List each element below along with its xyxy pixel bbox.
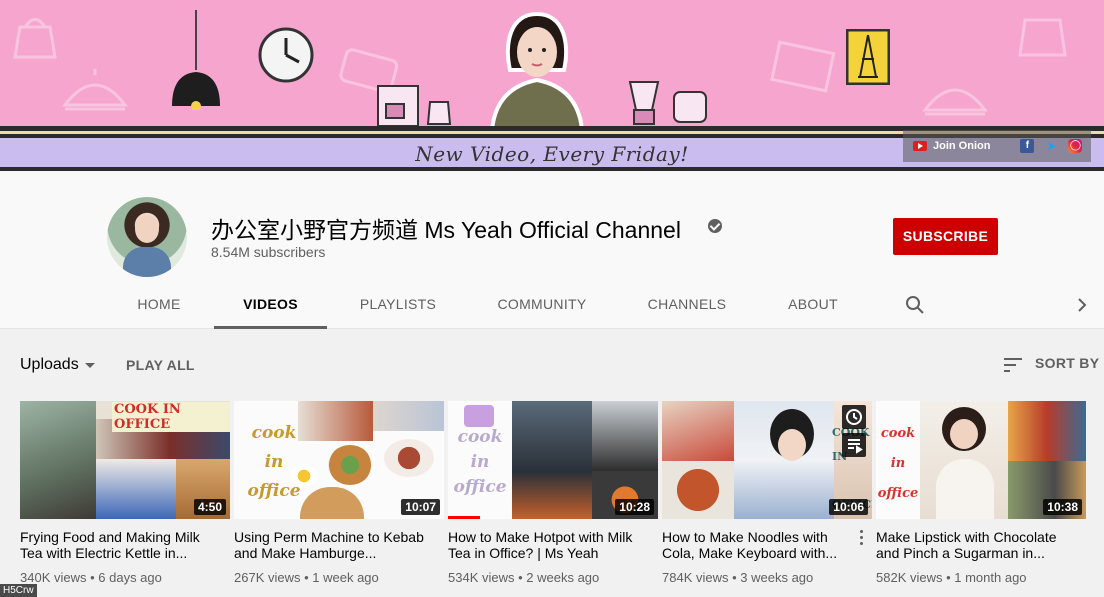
video-card[interactable]: cook in office 10:38 Make Lipstick with Ch… xyxy=(876,401,1086,585)
more-actions-icon[interactable] xyxy=(860,530,864,546)
video-card[interactable]: cook in office 10:28 How to Make Hotpot wi… xyxy=(448,401,658,585)
video-title[interactable]: Using Perm Machine to Kebab and Make Ham… xyxy=(234,529,444,561)
channel-tabs: HOME VIDEOS PLAYLISTS COMMUNITY CHANNELS… xyxy=(0,281,1104,329)
channel-name: 办公室小野官方频道 Ms Yeah Official Channel xyxy=(211,217,681,243)
videos-toolbar: Uploads PLAY ALL SORT BY xyxy=(0,330,1104,400)
channel-avatar[interactable] xyxy=(107,197,187,277)
facebook-icon[interactable]: f xyxy=(1020,139,1035,153)
chevron-right-icon[interactable] xyxy=(1072,295,1092,315)
video-card[interactable]: COOKINOFFICE 10:06 How to Make Noodles w… xyxy=(662,401,872,585)
video-meta: 340K views • 6 days ago xyxy=(20,570,162,585)
play-all-button[interactable]: PLAY ALL xyxy=(126,357,195,373)
video-duration: 10:06 xyxy=(829,499,868,515)
twitter-icon[interactable]: ➤ xyxy=(1044,139,1058,153)
video-duration: 10:28 xyxy=(615,499,654,515)
caret-down-icon[interactable] xyxy=(85,363,95,368)
video-title[interactable]: Make Lipstick with Chocolate and Pinch a… xyxy=(876,529,1086,561)
pendant-lamp-icon xyxy=(172,10,220,110)
corner-tag: H5Crw xyxy=(0,584,37,597)
hover-actions xyxy=(842,405,868,461)
channel-banner: New Video, Every Friday! Join Onion f ➤ … xyxy=(0,0,1104,181)
blender-icon xyxy=(628,81,707,125)
channel-header: 办公室小野官方频道 Ms Yeah Official Channel 8.54M… xyxy=(0,181,1104,329)
join-link[interactable]: Join Onion xyxy=(933,140,990,152)
tab-channels[interactable]: CHANNELS xyxy=(638,281,736,329)
tab-playlists[interactable]: PLAYLISTS xyxy=(350,281,446,329)
microwave-outline-icon xyxy=(770,40,836,93)
video-thumbnail[interactable]: cook in office 10:28 xyxy=(448,401,658,519)
tab-videos[interactable]: VIDEOS xyxy=(214,281,327,329)
video-meta: 784K views • 3 weeks ago xyxy=(662,570,814,585)
sort-by-button[interactable]: SORT BY xyxy=(1035,355,1099,371)
video-card[interactable]: COOK IN OFFICE 4:50 Frying Food and Maki… xyxy=(20,401,230,585)
video-thumbnail[interactable]: cook in office 10:07 xyxy=(234,401,444,519)
coffee-machine-icon xyxy=(377,85,452,127)
video-title[interactable]: How to Make Hotpot with Milk Tea in Offi… xyxy=(448,529,658,561)
video-duration: 10:07 xyxy=(401,499,440,515)
kettle-outline-icon xyxy=(1018,18,1067,57)
video-meta: 267K views • 1 week ago xyxy=(234,570,379,585)
video-title[interactable]: How to Make Noodles with Cola, Make Keyb… xyxy=(662,529,872,561)
thumbnail-text: cook in office xyxy=(247,423,301,501)
cloche-outline-icon xyxy=(921,88,989,116)
banner-links: Join Onion f ➤ ◯ xyxy=(903,130,1091,162)
tab-community[interactable]: COMMUNITY xyxy=(487,281,597,329)
video-title[interactable]: Frying Food and Making Milk Tea with Ele… xyxy=(20,529,230,561)
subscribe-button[interactable]: SUBSCRIBE xyxy=(893,218,998,255)
subscriber-count: 8.54M subscribers xyxy=(211,244,326,260)
video-duration: 4:50 xyxy=(193,499,226,515)
wall-clock-icon xyxy=(258,27,314,83)
uploads-dropdown[interactable]: Uploads xyxy=(20,356,79,374)
kettle-outline-icon xyxy=(13,18,57,59)
thumbnail-text: cook in office xyxy=(453,427,507,497)
thumbnail-text: cook in office xyxy=(877,426,919,501)
host-character-image xyxy=(489,11,585,130)
video-thumbnail[interactable]: COOK IN OFFICE 4:50 xyxy=(20,401,230,519)
video-grid: COOK IN OFFICE 4:50 Frying Food and Maki… xyxy=(20,401,1090,597)
tab-home[interactable]: HOME xyxy=(126,281,192,329)
video-duration: 10:38 xyxy=(1043,499,1082,515)
sort-icon[interactable] xyxy=(1004,357,1024,373)
video-meta: 582K views • 1 month ago xyxy=(876,570,1027,585)
youtube-icon[interactable] xyxy=(913,141,927,151)
video-thumbnail[interactable]: cook in office 10:38 xyxy=(876,401,1086,519)
video-meta: 534K views • 2 weeks ago xyxy=(448,570,600,585)
instagram-icon[interactable]: ◯ xyxy=(1068,139,1083,153)
add-to-queue-icon[interactable] xyxy=(842,433,866,457)
watch-later-icon[interactable] xyxy=(842,405,866,429)
search-icon[interactable] xyxy=(905,295,925,315)
tab-about[interactable]: ABOUT xyxy=(778,281,848,329)
cloche-outline-icon xyxy=(61,69,129,111)
watch-progress-bar xyxy=(448,516,480,519)
video-thumbnail[interactable]: COOKINOFFICE 10:06 xyxy=(662,401,872,519)
video-card[interactable]: cook in office 10:07 Using Perm Machine to… xyxy=(234,401,444,585)
eiffel-tower-frame-icon xyxy=(846,29,890,85)
thumbnail-text: COOK IN OFFICE xyxy=(112,402,230,432)
verified-check-icon xyxy=(708,219,722,233)
